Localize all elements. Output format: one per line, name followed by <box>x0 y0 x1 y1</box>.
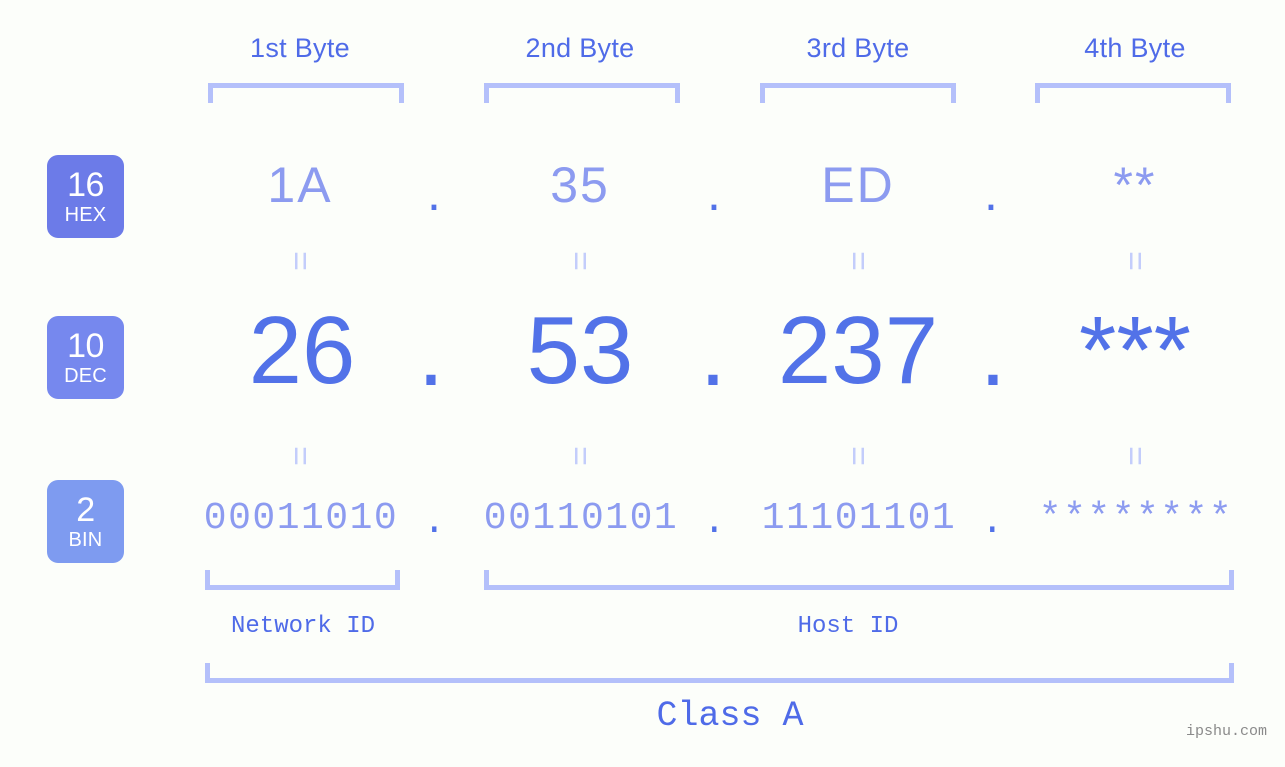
byte-bracket-top-1 <box>208 83 404 103</box>
dec-byte-1: 26 <box>248 297 356 404</box>
hex-byte-2: 35 <box>550 157 610 213</box>
byte-bracket-top-3 <box>760 83 956 103</box>
dec-byte-4: *** <box>1078 297 1192 404</box>
badge-bin-base: 2 <box>76 491 95 529</box>
equals-icon-dec-bin-3: = <box>839 446 877 466</box>
dec-byte-3: 237 <box>777 297 939 404</box>
hex-byte-4: ** <box>1113 157 1157 213</box>
byte-bracket-top-4 <box>1035 83 1231 103</box>
equals-icon-hex-dec-4: = <box>1116 251 1154 271</box>
badge-dec-name: DEC <box>64 365 107 387</box>
byte-header-2: 2nd Byte <box>525 33 635 63</box>
watermark: ipshu.com <box>1185 723 1267 740</box>
equals-icon-dec-bin-1: = <box>281 446 319 466</box>
bin-byte-4: ******** <box>1038 497 1234 540</box>
badge-hex: 16 HEX <box>47 155 124 238</box>
network-id-bracket <box>205 570 400 590</box>
equals-icon-dec-bin-4: = <box>1116 446 1154 466</box>
bin-byte-2: 00110101 <box>483 497 679 540</box>
byte-header-3: 3rd Byte <box>806 33 910 63</box>
equals-icon-hex-dec-1: = <box>281 251 319 271</box>
dec-byte-2: 53 <box>526 297 634 404</box>
badge-hex-name: HEX <box>64 204 107 226</box>
byte-bracket-top-2 <box>484 83 680 103</box>
bin-byte-1: 00011010 <box>203 497 399 540</box>
ip-breakdown-diagram: 1st Byte 2nd Byte 3rd Byte 4th Byte 16 H… <box>0 0 1285 767</box>
equals-icon-hex-dec-3: = <box>839 251 877 271</box>
network-id-label: Network ID <box>230 613 376 640</box>
equals-icon-hex-dec-2: = <box>561 251 599 271</box>
badge-bin-name: BIN <box>68 529 103 551</box>
class-label: Class A <box>656 696 804 736</box>
byte-header-1: 1st Byte <box>250 33 350 63</box>
hex-byte-3: ED <box>821 157 895 213</box>
hex-byte-1: 1A <box>267 157 333 213</box>
equals-icon-dec-bin-2: = <box>561 446 599 466</box>
badge-dec-base: 10 <box>67 327 104 365</box>
badge-dec: 10 DEC <box>47 316 124 399</box>
badge-hex-base: 16 <box>67 166 104 204</box>
bin-byte-3: 11101101 <box>761 497 957 540</box>
host-id-label: Host ID <box>797 613 899 640</box>
class-bracket <box>205 663 1234 683</box>
byte-header-4: 4th Byte <box>1084 33 1186 63</box>
host-id-bracket <box>484 570 1234 590</box>
badge-bin: 2 BIN <box>47 480 124 563</box>
